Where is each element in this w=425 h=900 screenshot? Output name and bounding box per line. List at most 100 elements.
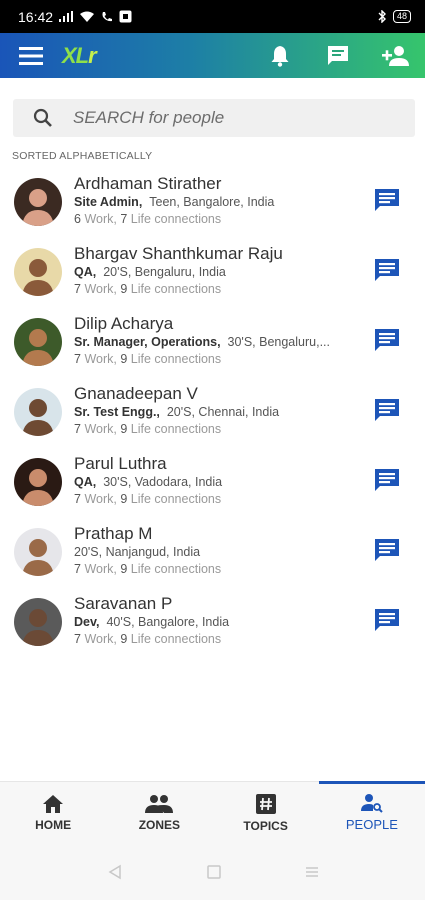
bluetooth-icon bbox=[378, 10, 387, 23]
life-label: Life connections bbox=[130, 562, 222, 576]
person-details: 40'S, Bangalore, India bbox=[106, 615, 230, 629]
life-count: 7 bbox=[120, 212, 128, 226]
life-count: 9 bbox=[120, 562, 128, 576]
recents-icon[interactable] bbox=[305, 865, 319, 879]
person-name: Gnanadeepan V bbox=[74, 384, 198, 403]
person-role: Sr. Test Engg., bbox=[74, 405, 160, 419]
chat-button[interactable] bbox=[373, 186, 401, 214]
nav-people[interactable]: PEOPLE bbox=[318, 781, 425, 843]
search-bar[interactable] bbox=[13, 99, 415, 137]
life-label: Life connections bbox=[130, 492, 222, 506]
life-count: 9 bbox=[120, 422, 128, 436]
battery-indicator: 48 bbox=[392, 10, 411, 23]
person-item[interactable]: Gnanadeepan V Sr. Test Engg., 20'S, Chen… bbox=[0, 376, 425, 446]
life-count: 9 bbox=[120, 492, 128, 506]
bell-icon bbox=[271, 45, 289, 67]
chat-button[interactable] bbox=[373, 326, 401, 354]
chat-button[interactable] bbox=[373, 396, 401, 424]
chat-icon bbox=[375, 609, 399, 631]
logo-accent-text: r bbox=[88, 42, 97, 68]
work-count: 7 bbox=[74, 492, 81, 506]
person-name: Bhargav Shanthkumar Raju bbox=[74, 244, 283, 263]
menu-button[interactable] bbox=[0, 33, 62, 78]
person-details: 20'S, Nanjangud, India bbox=[74, 545, 201, 559]
app-logo: XLr bbox=[62, 42, 97, 69]
hashtag-icon bbox=[255, 793, 276, 814]
work-label: Work, bbox=[84, 282, 117, 296]
chat-button[interactable] bbox=[373, 536, 401, 564]
work-label: Work, bbox=[84, 562, 117, 576]
work-label: Work, bbox=[84, 212, 117, 226]
person-item[interactable]: Parul Luthra QA, 30'S, Vadodara, India 7… bbox=[0, 446, 425, 516]
nav-zones[interactable]: ZONES bbox=[106, 782, 212, 843]
person-item[interactable]: Ardhaman Stirather Site Admin, Teen, Ban… bbox=[0, 166, 425, 236]
avatar bbox=[14, 248, 62, 296]
chat-button[interactable] bbox=[373, 606, 401, 634]
life-label: Life connections bbox=[130, 632, 222, 646]
work-count: 7 bbox=[74, 422, 81, 436]
back-icon[interactable] bbox=[107, 864, 123, 880]
person-item[interactable]: Saravanan P Dev, 40'S, Bangalore, India … bbox=[0, 586, 425, 656]
nav-home-label: HOME bbox=[35, 817, 72, 832]
person-role: QA, bbox=[74, 265, 97, 279]
message-icon bbox=[328, 45, 348, 65]
life-count: 9 bbox=[120, 282, 128, 296]
chat-icon bbox=[375, 329, 399, 351]
life-label: Life connections bbox=[130, 422, 222, 436]
logo-text: XL bbox=[62, 42, 89, 68]
signal-icon bbox=[59, 11, 74, 22]
life-label: Life connections bbox=[130, 282, 222, 296]
work-label: Work, bbox=[84, 352, 117, 366]
work-count: 7 bbox=[74, 352, 81, 366]
person-item[interactable]: Bhargav Shanthkumar Raju QA, 20'S, Benga… bbox=[0, 236, 425, 306]
nav-home[interactable]: HOME bbox=[0, 782, 106, 843]
call-icon bbox=[101, 11, 113, 23]
work-count: 7 bbox=[74, 562, 81, 576]
app-bar: XLr bbox=[0, 33, 425, 78]
chat-button[interactable] bbox=[373, 466, 401, 494]
work-label: Work, bbox=[84, 632, 117, 646]
add-person-button[interactable] bbox=[367, 33, 425, 78]
chat-button[interactable] bbox=[373, 256, 401, 284]
avatar bbox=[14, 388, 62, 436]
person-item[interactable]: Dilip Acharya Sr. Manager, Operations, 3… bbox=[0, 306, 425, 376]
bottom-nav: HOME ZONES TOPICS PEOPLE bbox=[0, 781, 425, 843]
status-time: 16:42 bbox=[18, 8, 54, 25]
messages-button[interactable] bbox=[309, 33, 367, 78]
home-icon bbox=[43, 794, 64, 813]
nav-people-label: PEOPLE bbox=[345, 817, 398, 832]
life-label: Life connections bbox=[130, 212, 222, 226]
person-add-icon bbox=[382, 45, 409, 66]
home-square-icon[interactable] bbox=[206, 864, 221, 879]
nav-topics[interactable]: TOPICS bbox=[213, 782, 319, 843]
person-item[interactable]: Prathap M 20'S, Nanjangud, India 7 Work,… bbox=[0, 516, 425, 586]
person-role: QA, bbox=[74, 475, 97, 489]
person-name: Dilip Acharya bbox=[74, 314, 174, 333]
person-role: Site Admin, bbox=[74, 195, 143, 209]
work-count: 7 bbox=[74, 632, 81, 646]
search-icon bbox=[13, 108, 73, 128]
chat-icon bbox=[375, 259, 399, 281]
person-search-icon bbox=[360, 794, 383, 813]
chat-icon bbox=[375, 399, 399, 421]
group-icon bbox=[145, 794, 174, 813]
person-details: 20'S, Bengaluru, India bbox=[103, 265, 226, 279]
chat-icon bbox=[375, 189, 399, 211]
search-input[interactable] bbox=[73, 108, 393, 128]
nav-zones-label: ZONES bbox=[138, 817, 181, 832]
chat-icon bbox=[375, 539, 399, 561]
life-count: 9 bbox=[120, 632, 128, 646]
person-name: Prathap M bbox=[74, 524, 153, 543]
chat-icon bbox=[375, 469, 399, 491]
life-label: Life connections bbox=[130, 352, 222, 366]
person-role: Dev, bbox=[74, 615, 100, 629]
person-details: 20'S, Chennai, India bbox=[166, 405, 280, 419]
person-role: Sr. Manager, Operations, bbox=[74, 335, 221, 349]
status-bar: 16:42 48 bbox=[0, 0, 425, 33]
avatar bbox=[14, 178, 62, 226]
work-count: 7 bbox=[74, 282, 81, 296]
people-list: Ardhaman Stirather Site Admin, Teen, Ban… bbox=[0, 166, 425, 656]
person-details: Teen, Bangalore, India bbox=[149, 195, 275, 209]
avatar bbox=[14, 598, 62, 646]
notifications-button[interactable] bbox=[251, 33, 309, 78]
